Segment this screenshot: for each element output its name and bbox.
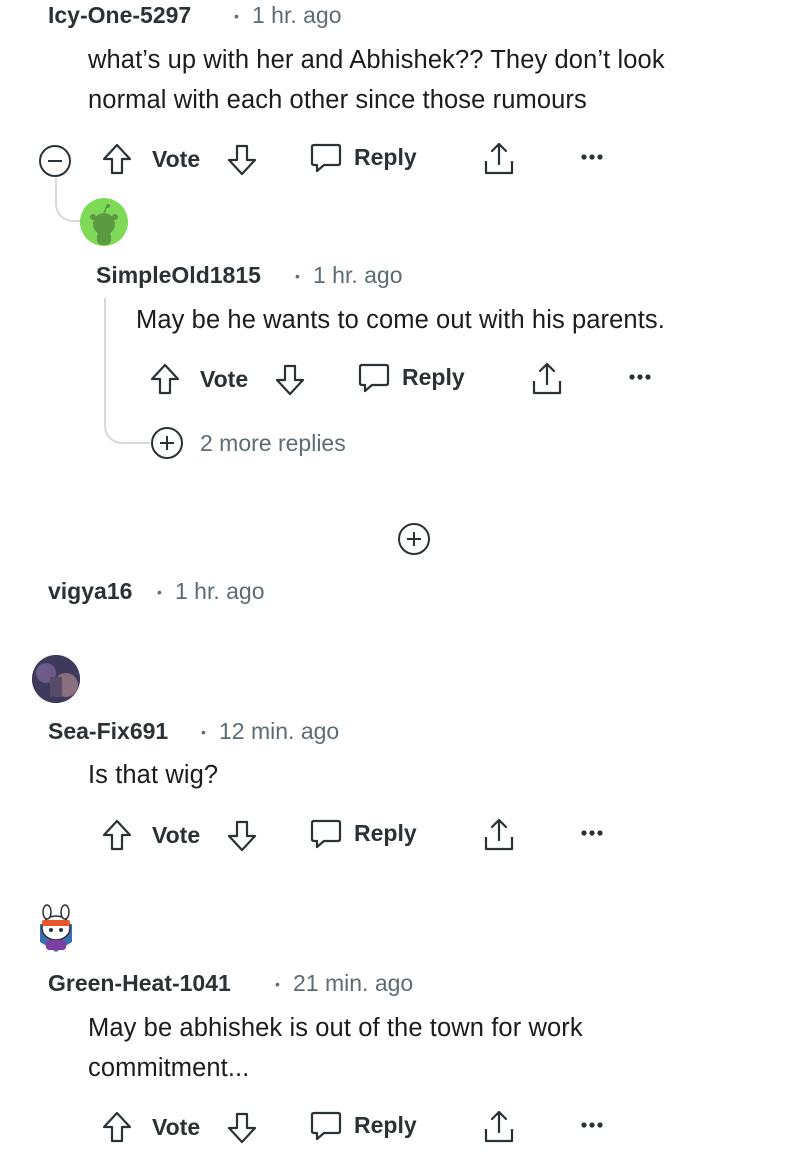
reply-button[interactable]: Reply <box>310 1108 417 1142</box>
thread-connector <box>55 178 83 222</box>
reply-label: Reply <box>354 819 417 846</box>
share-icon[interactable] <box>482 141 516 177</box>
expand-icon <box>150 426 184 460</box>
comment-username[interactable]: Icy-One-5297 <box>48 2 191 29</box>
reply-label: Reply <box>354 143 417 170</box>
comment-username[interactable]: Sea-Fix691 <box>48 718 168 745</box>
downvote-icon[interactable] <box>274 363 306 397</box>
share-icon[interactable] <box>482 817 516 853</box>
downvote-icon[interactable] <box>226 819 258 853</box>
comment-timestamp: 12 min. ago <box>219 718 340 744</box>
comment-username[interactable]: Green-Heat-1041 <box>48 970 231 997</box>
vote-label: Vote <box>152 822 201 848</box>
reply-icon <box>310 816 342 850</box>
share-icon[interactable] <box>530 361 564 397</box>
snoo-icon <box>90 204 118 245</box>
upvote-icon[interactable] <box>101 818 133 852</box>
meta-separator: • <box>234 8 239 24</box>
more-icon[interactable] <box>580 153 604 161</box>
comment-body-line: May be he wants to come out with his par… <box>136 306 665 334</box>
vote-label: Vote <box>152 1114 201 1140</box>
comment-body: May be abhishek is out of the town for w… <box>88 1008 583 1088</box>
more-icon[interactable] <box>628 373 652 381</box>
reply-label: Reply <box>402 363 465 390</box>
comment-timestamp: 21 min. ago <box>293 970 414 996</box>
meta-separator: • <box>201 724 206 740</box>
comment-body-line: Is that wig? <box>88 761 219 789</box>
comment-timestamp: 1 hr. ago <box>252 2 342 28</box>
comment-body-line: what’s up with her and Abhishek?? They d… <box>88 46 665 74</box>
comment-timestamp: 1 hr. ago <box>313 262 403 288</box>
avatar[interactable] <box>80 198 128 246</box>
comment-timestamp: 1 hr. ago <box>175 578 265 604</box>
upvote-icon[interactable] <box>149 362 181 396</box>
meta-separator: • <box>295 268 300 284</box>
upvote-icon[interactable] <box>101 1110 133 1144</box>
reply-button[interactable]: Reply <box>310 816 417 850</box>
comment-body: May be he wants to come out with his par… <box>136 300 665 340</box>
comment-body: Is that wig? <box>88 755 218 795</box>
comment-body-line: May be abhishek is out of the town for w… <box>88 1014 583 1042</box>
share-icon[interactable] <box>482 1109 516 1145</box>
upvote-icon[interactable] <box>101 142 133 176</box>
reply-icon <box>358 360 390 394</box>
comment-body: what’s up with her and Abhishek?? They d… <box>88 40 665 120</box>
snoo-avatar-icon <box>40 904 72 952</box>
meta-separator: • <box>157 584 162 600</box>
reply-icon <box>310 140 342 174</box>
collapse-icon[interactable] <box>38 144 72 178</box>
reply-icon <box>310 1108 342 1142</box>
meta-separator: • <box>275 976 280 992</box>
reply-button[interactable]: Reply <box>310 140 417 174</box>
downvote-icon[interactable] <box>226 1111 258 1145</box>
avatar[interactable] <box>32 904 80 956</box>
vote-label: Vote <box>152 146 201 172</box>
reply-button[interactable]: Reply <box>358 360 465 394</box>
comment-body-line: normal with each other since those rumou… <box>88 86 587 114</box>
vote-label: Vote <box>200 366 249 392</box>
reply-label: Reply <box>354 1111 417 1138</box>
comment-body-line: commitment... <box>88 1054 250 1082</box>
avatar[interactable] <box>32 655 80 703</box>
expand-icon[interactable] <box>397 522 431 556</box>
more-replies-button[interactable]: 2 more replies <box>150 426 346 460</box>
more-icon[interactable] <box>580 1121 604 1129</box>
downvote-icon[interactable] <box>226 143 258 177</box>
more-replies-label: 2 more replies <box>200 429 346 456</box>
more-icon[interactable] <box>580 829 604 837</box>
comment-username[interactable]: vigya16 <box>48 578 132 605</box>
user-photo-icon <box>32 655 80 703</box>
comment-username[interactable]: SimpleOld1815 <box>96 262 261 289</box>
